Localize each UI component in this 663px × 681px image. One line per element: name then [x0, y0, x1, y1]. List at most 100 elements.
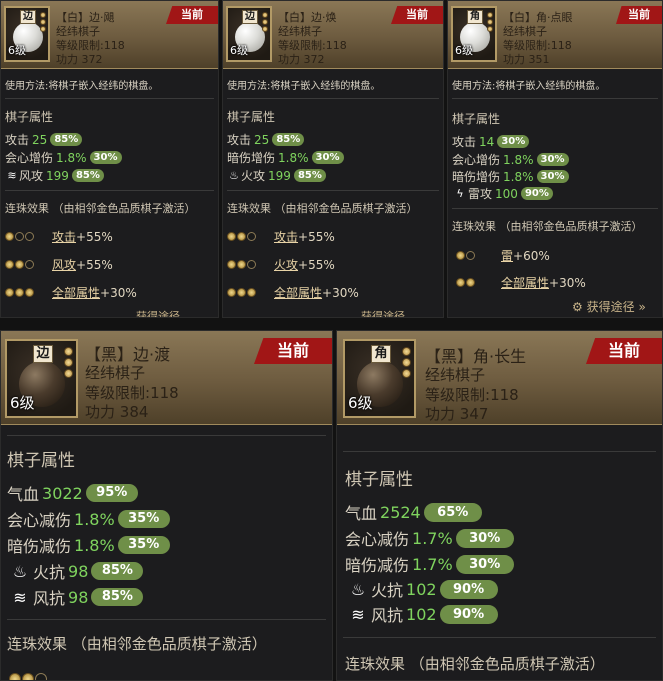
- level-label: 6级: [8, 44, 26, 57]
- stat-row: ≋ 风攻 199 85%: [5, 167, 104, 184]
- fire-icon: ♨: [12, 561, 28, 581]
- level-requirement: 等级限制:118: [425, 386, 519, 404]
- set-effect-row: 雷 +60%: [456, 247, 550, 264]
- set-effect-title: 连珠效果 （由相邻金色品质棋子激活）: [345, 655, 605, 673]
- divider: [343, 637, 656, 638]
- stat-row: 会心减伤 1.8% 35%: [7, 507, 170, 531]
- power-value: 功力 372: [56, 53, 103, 66]
- stat-row: 气血 3022 95%: [7, 481, 138, 505]
- level-label: 6级: [10, 394, 35, 412]
- divider: [227, 190, 439, 191]
- stat-row: 攻击 25 85%: [227, 131, 305, 148]
- quality-dots: [64, 347, 73, 378]
- stone-dot-icon: [227, 288, 236, 297]
- level-label: 6级: [348, 394, 373, 412]
- wind-icon: ≋: [13, 587, 27, 607]
- equipped-badge: 当前: [254, 338, 332, 364]
- set-effect-row: 攻击 +55%: [5, 228, 113, 245]
- equipped-badge: 当前: [586, 338, 662, 364]
- stat-row: ♨ 火攻 199 85%: [227, 167, 326, 184]
- item-card-3: 角 6级 【白】角·点眼 经纬棋子 等级限制:118 功力 351 当前 使用方…: [447, 0, 663, 318]
- set-effect-row: 全部属性 +30%: [456, 274, 586, 291]
- set-effect-row: 攻击 +55%: [227, 228, 335, 245]
- stat-row: 气血 2524 65%: [345, 500, 482, 524]
- stat-row: ♨ 火抗 98 85%: [7, 559, 144, 583]
- quality-dots: [402, 347, 411, 378]
- set-effect-row: 全部属性 +30%: [5, 284, 137, 301]
- equipped-badge: 当前: [616, 6, 662, 24]
- stat-row: 暗伤减伤 1.7% 30%: [345, 552, 514, 576]
- item-card-5: 角 6级 【黑】角·长生 经纬棋子 等级限制:118 功力 347 当前 棋子属…: [336, 330, 663, 681]
- divider: [452, 208, 658, 209]
- power-value: 功力 347: [425, 405, 489, 423]
- stone-dot-icon: [456, 278, 465, 287]
- attributes-title: 棋子属性: [452, 112, 501, 126]
- stat-row: 暗伤减伤 1.8% 35%: [7, 533, 170, 557]
- attributes-title: 棋子属性: [227, 110, 276, 124]
- quality-dots: [40, 12, 46, 32]
- stone-dot-icon: [5, 288, 14, 297]
- divider: [7, 619, 326, 620]
- equipped-badge: 当前: [166, 6, 218, 24]
- divider: [452, 98, 658, 99]
- set-effect-title: 连珠效果 （由相邻金色品质棋子激活）: [7, 635, 267, 653]
- acquire-link[interactable]: ⚙ 获得途径 »: [572, 298, 646, 315]
- item-card-2: 边 6级 【白】边·焕 经纬棋子 等级限制:118 功力 372 当前 使用方法…: [222, 0, 444, 318]
- attributes-title: 棋子属性: [345, 470, 413, 490]
- level-label: 6级: [230, 44, 248, 57]
- usage-text: 使用方法:将棋子嵌入经纬的棋盘。: [5, 81, 159, 92]
- stat-row: ϟ 雷攻 100 90%: [452, 185, 553, 202]
- position-tag: 边: [20, 10, 36, 24]
- usage-text: 使用方法:将棋子嵌入经纬的棋盘。: [227, 81, 381, 92]
- card-header: 角 6级 【黑】角·长生 经纬棋子 等级限制:118 功力 347 当前: [337, 331, 662, 425]
- divider: [5, 98, 214, 99]
- set-effect-title: 连珠效果 （由相邻金色品质棋子激活）: [227, 202, 418, 215]
- position-tag: 角: [467, 10, 483, 24]
- item-icon[interactable]: 角 6级: [343, 339, 416, 418]
- position-tag: 边: [242, 10, 258, 24]
- quality-dots: [262, 12, 268, 32]
- power-value: 功力 384: [85, 403, 149, 421]
- stat-row: 会心增伤 1.8% 30%: [452, 151, 569, 168]
- set-effect-title: 连珠效果 （由相邻金色品质棋子激活）: [5, 202, 196, 215]
- item-type: 经纬棋子: [85, 364, 146, 382]
- fire-icon: ♨: [350, 579, 366, 599]
- usage-text: 使用方法:将棋子嵌入经纬的棋盘。: [452, 81, 606, 92]
- stat-row: 暗伤增伤 1.8% 30%: [227, 149, 344, 166]
- stone-dot-icon: [5, 232, 14, 241]
- chevron-right-icon: »: [638, 300, 646, 314]
- stat-row: ≋ 风抗 102 90%: [345, 602, 498, 626]
- card-header: 边 6级 【白】边·飓 经纬棋子 等级限制:118 功力 372 当前: [1, 1, 218, 69]
- item-icon[interactable]: 边 6级: [226, 6, 272, 62]
- attributes-title: 棋子属性: [5, 110, 54, 124]
- stone-dot-icon: [5, 260, 14, 269]
- set-effect-row: 全部属性 +30%: [227, 284, 359, 301]
- stat-row: 会心减伤 1.7% 30%: [345, 526, 514, 550]
- acquire-link[interactable]: 获得途径: [136, 308, 180, 317]
- set-effect-row-partial: [9, 673, 48, 680]
- fire-icon: ♨: [229, 169, 239, 182]
- set-effect-title: 连珠效果 （由相邻金色品质棋子激活）: [452, 220, 643, 233]
- wind-icon: ≋: [351, 604, 365, 624]
- item-icon[interactable]: 角 6级: [451, 6, 497, 62]
- item-icon[interactable]: 边 6级: [5, 339, 78, 418]
- acquire-link[interactable]: 获得途径: [361, 308, 405, 317]
- quality-dots: [487, 12, 493, 32]
- item-icon[interactable]: 边 6级: [4, 6, 50, 62]
- divider: [227, 98, 439, 99]
- stat-row: 攻击 14 30%: [452, 133, 530, 150]
- power-value: 功力 351: [503, 53, 550, 66]
- gear-icon: ⚙: [572, 300, 583, 314]
- equipped-badge: 当前: [391, 6, 443, 24]
- divider: [343, 451, 656, 452]
- power-value: 功力 372: [278, 53, 325, 66]
- stone-dot-icon: [9, 673, 21, 680]
- stat-row: 暗伤增伤 1.8% 30%: [452, 168, 569, 185]
- item-type: 经纬棋子: [425, 366, 486, 384]
- card-header: 角 6级 【白】角·点眼 经纬棋子 等级限制:118 功力 351 当前: [448, 1, 662, 69]
- item-card-4: 边 6级 【黑】边·渡 经纬棋子 等级限制:118 功力 384 当前 棋子属性…: [0, 330, 333, 681]
- position-tag: 边: [33, 345, 53, 363]
- thunder-icon: ϟ: [456, 187, 464, 200]
- wind-icon: ≋: [7, 169, 17, 182]
- divider: [7, 435, 326, 436]
